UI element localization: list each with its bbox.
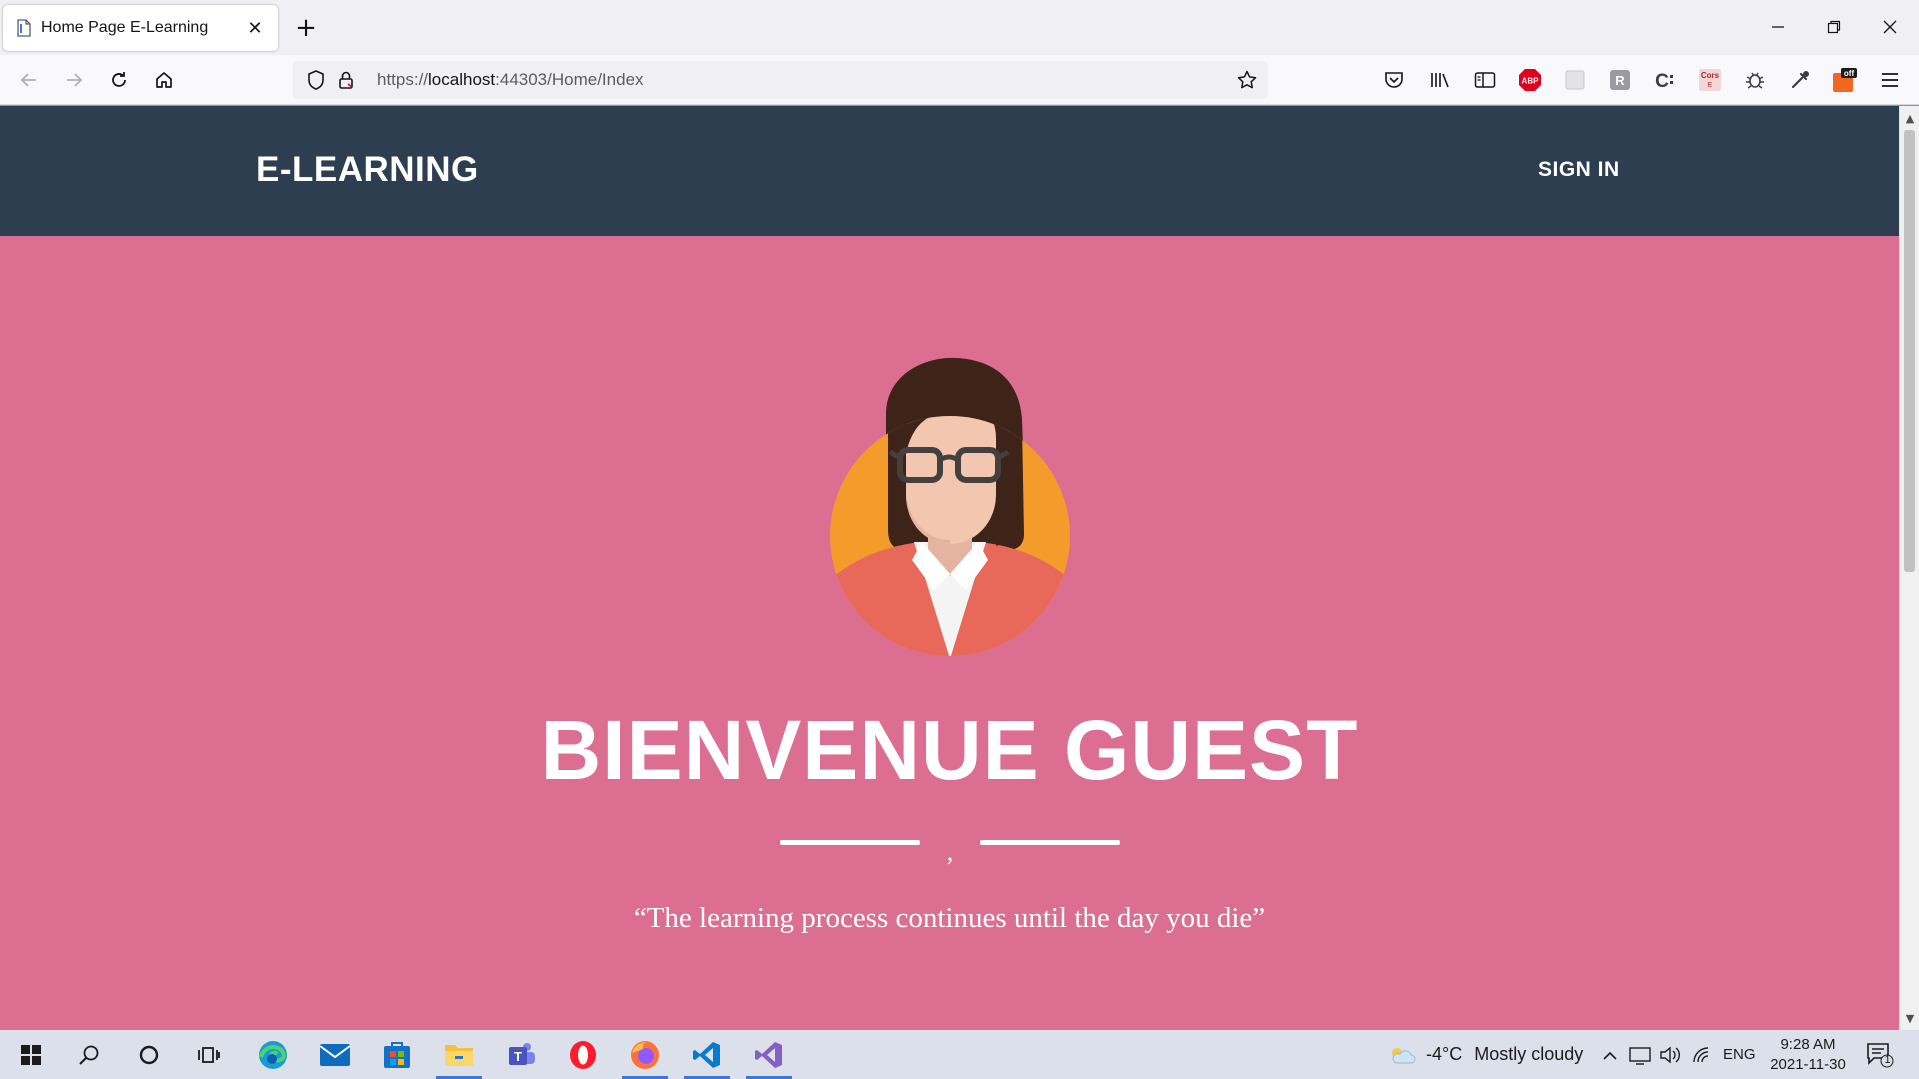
file-explorer-icon[interactable]	[430, 1030, 488, 1079]
extension-r-icon[interactable]: R	[1607, 67, 1633, 93]
site-header: E-LEARNING SIGN IN	[0, 106, 1899, 236]
divider-line-right	[980, 840, 1120, 845]
wifi-icon[interactable]	[1692, 1030, 1712, 1079]
cloud-icon	[1392, 1047, 1416, 1063]
tab-title: Home Page E-Learning	[41, 19, 209, 36]
page-favicon-icon	[15, 19, 33, 37]
url-text: https://localhost:44303/Home/Index	[377, 70, 644, 89]
divider-mark: ,	[946, 837, 954, 866]
tray-chevron-icon[interactable]	[1602, 1030, 1618, 1079]
address-bar[interactable]: https://localhost:44303/Home/Index	[293, 61, 1268, 99]
scrollbar-thumb[interactable]	[1904, 130, 1915, 572]
sign-in-link[interactable]: SIGN IN	[1538, 158, 1620, 182]
lock-icon[interactable]	[333, 67, 359, 93]
bug-icon[interactable]	[1742, 67, 1768, 93]
welcome-heading: BIENVENUE GUEST	[540, 703, 1359, 797]
store-icon[interactable]	[368, 1030, 426, 1079]
scroll-up-arrow-icon[interactable]: ▲	[1900, 108, 1919, 128]
adblock-plus-icon[interactable]: ABP	[1517, 67, 1543, 93]
bookmark-star-icon[interactable]	[1234, 67, 1260, 93]
extension-blank-icon[interactable]	[1562, 67, 1588, 93]
notification-count: 1	[1884, 1054, 1891, 1066]
svg-text:Cors: Cors	[1701, 71, 1720, 80]
search-icon[interactable]	[60, 1030, 118, 1079]
svg-text:R: R	[1615, 73, 1625, 88]
home-icon[interactable]	[147, 63, 181, 97]
scroll-down-arrow-icon[interactable]: ▼	[1900, 1008, 1919, 1028]
brand-logo-link[interactable]: E-LEARNING	[256, 150, 479, 190]
menu-icon[interactable]	[1877, 67, 1903, 93]
weather-widget[interactable]: -4°C Mostly cloudy	[1388, 1030, 1583, 1079]
browser-tab-active[interactable]: Home Page E-Learning ✕	[3, 5, 278, 51]
browser-navigation-bar: https://localhost:44303/Home/Index ABP R…	[0, 55, 1919, 105]
clock[interactable]: 9:28 AM 2021-11-30	[1768, 1030, 1848, 1079]
reload-icon[interactable]	[102, 63, 136, 97]
restore-window-icon[interactable]	[1814, 10, 1854, 44]
off-toggle-icon[interactable]: off	[1832, 67, 1858, 93]
task-view-icon[interactable]	[180, 1030, 238, 1079]
hero-section: BIENVENUE GUEST , “The learning process …	[0, 236, 1899, 1030]
notifications-icon[interactable]: 1	[1866, 1030, 1894, 1079]
weather-temperature: -4°C	[1426, 1044, 1463, 1064]
forward-arrow-icon[interactable]	[57, 63, 91, 97]
extension-c-icon[interactable]: C	[1652, 67, 1678, 93]
svg-text:C: C	[1655, 71, 1669, 91]
network-display-icon[interactable]	[1629, 1030, 1651, 1079]
vscode-icon[interactable]	[678, 1030, 736, 1079]
teams-icon[interactable]: T	[492, 1030, 550, 1079]
tracking-protection-shield-icon[interactable]	[303, 67, 329, 93]
library-icon[interactable]	[1427, 67, 1453, 93]
browser-tab-bar: Home Page E-Learning ✕ +	[0, 0, 1919, 55]
input-language[interactable]: ENG	[1723, 1030, 1756, 1079]
windows-taskbar: T -4°C Mostly cloudy ENG 9:28 AM 2021-11…	[0, 1030, 1919, 1079]
new-tab-button[interactable]: +	[290, 12, 322, 44]
minimize-window-icon[interactable]	[1758, 10, 1798, 44]
weather-condition: Mostly cloudy	[1474, 1044, 1584, 1064]
visual-studio-icon[interactable]	[740, 1030, 798, 1079]
svg-text:T: T	[514, 1049, 522, 1064]
close-window-icon[interactable]	[1870, 10, 1910, 44]
volume-icon[interactable]	[1659, 1030, 1681, 1079]
eyedropper-icon[interactable]	[1787, 67, 1813, 93]
clock-time: 9:28 AM	[1780, 1036, 1836, 1053]
quote-text: “The learning process continues until th…	[633, 902, 1266, 934]
opera-icon[interactable]	[554, 1030, 612, 1079]
sidebar-icon[interactable]	[1472, 67, 1498, 93]
firefox-icon[interactable]	[616, 1030, 674, 1079]
mail-icon[interactable]	[306, 1030, 364, 1079]
clock-date: 2021-11-30	[1770, 1056, 1846, 1073]
svg-text:off: off	[1844, 69, 1855, 78]
svg-text:ABP: ABP	[1522, 77, 1540, 86]
avatar-illustration	[830, 357, 1070, 656]
cors-icon[interactable]: Cors E	[1697, 67, 1723, 93]
page-scrollbar[interactable]: ▲ ▼	[1899, 106, 1919, 1030]
cortana-icon[interactable]	[120, 1030, 178, 1079]
divider-line-left	[780, 840, 920, 845]
close-tab-icon[interactable]: ✕	[244, 17, 266, 39]
edge-icon[interactable]	[244, 1030, 302, 1079]
svg-text:E: E	[1708, 82, 1713, 89]
back-arrow-icon[interactable]	[12, 63, 46, 97]
pocket-icon[interactable]	[1381, 67, 1407, 93]
windows-start-icon[interactable]	[2, 1030, 60, 1079]
